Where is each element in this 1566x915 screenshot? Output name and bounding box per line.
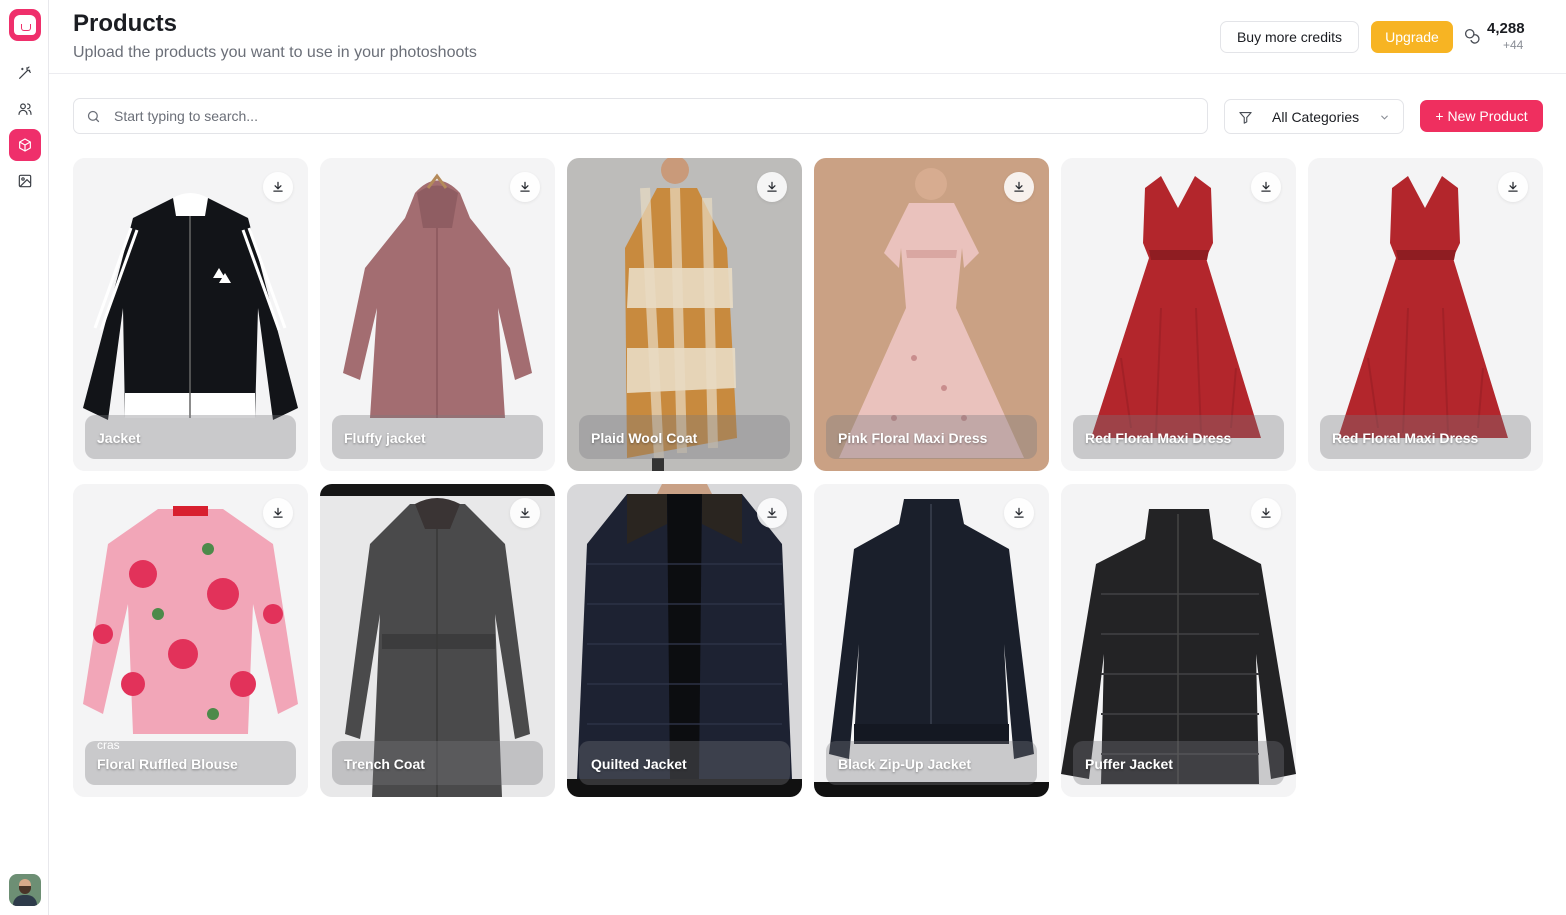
product-card[interactable]: cras Floral Ruffled Blouse	[73, 484, 308, 797]
download-button[interactable]	[757, 172, 787, 202]
product-name: Red Floral Maxi Dress	[1085, 430, 1232, 446]
product-card[interactable]: Black Zip-Up Jacket	[814, 484, 1049, 797]
category-selected-label: All Categories	[1272, 109, 1360, 125]
users-icon	[18, 103, 32, 115]
product-name: Plaid Wool Coat	[591, 430, 698, 446]
page-subtitle: Upload the products you want to use in y…	[73, 44, 477, 61]
download-icon	[520, 181, 530, 192]
download-icon	[273, 181, 283, 192]
search-box	[73, 98, 1208, 134]
product-name: Puffer Jacket	[1085, 756, 1173, 772]
download-button[interactable]	[510, 172, 540, 202]
product-card[interactable]: Jacket	[73, 158, 308, 471]
chevron-down-icon	[1381, 115, 1388, 120]
app-logo[interactable]	[9, 9, 41, 41]
user-avatar[interactable]	[9, 874, 41, 906]
download-button[interactable]	[1251, 172, 1281, 202]
sidebar-item-products[interactable]	[9, 129, 41, 161]
download-button[interactable]	[510, 498, 540, 528]
product-card[interactable]: Pink Floral Maxi Dress	[814, 158, 1049, 471]
download-icon	[767, 181, 777, 192]
product-name: Red Floral Maxi Dress	[1332, 430, 1479, 446]
download-button[interactable]	[1251, 498, 1281, 528]
magic-wand-icon	[19, 66, 31, 79]
filter-icon	[1239, 111, 1252, 124]
product-card[interactable]: Plaid Wool Coat	[567, 158, 802, 471]
product-card[interactable]: Trench Coat	[320, 484, 555, 797]
search-icon	[87, 110, 100, 123]
page-header: Products Upload the products you want to…	[49, 0, 1566, 74]
new-product-button[interactable]: + New Product	[1420, 100, 1543, 132]
download-button[interactable]	[1004, 172, 1034, 202]
product-name: Trench Coat	[344, 756, 425, 772]
product-name: Floral Ruffled Blouse	[97, 756, 238, 772]
page-title: Products	[73, 10, 178, 37]
download-button[interactable]	[757, 498, 787, 528]
sidebar-item-models[interactable]	[9, 93, 41, 125]
sidebar-item-generate[interactable]	[9, 57, 41, 89]
credits-count: 4,288	[1487, 20, 1525, 37]
category-select[interactable]: All Categories	[1224, 99, 1404, 134]
download-button[interactable]	[263, 498, 293, 528]
product-card[interactable]: Fluffy jacket	[320, 158, 555, 471]
download-button[interactable]	[263, 172, 293, 202]
search-input[interactable]	[114, 99, 1194, 133]
download-icon	[1014, 507, 1024, 518]
download-button[interactable]	[1498, 172, 1528, 202]
product-name: Black Zip-Up Jacket	[838, 756, 972, 772]
download-icon	[520, 507, 530, 518]
credits-delta: +44	[1503, 38, 1524, 52]
product-name: Pink Floral Maxi Dress	[838, 430, 988, 446]
product-name: Quilted Jacket	[591, 756, 687, 772]
product-name: Fluffy jacket	[344, 430, 426, 446]
download-icon	[767, 507, 777, 518]
upgrade-button[interactable]: Upgrade	[1371, 21, 1453, 53]
download-icon	[1261, 507, 1271, 518]
product-card[interactable]: Red Floral Maxi Dress	[1308, 158, 1543, 471]
box-icon	[19, 138, 31, 152]
product-card[interactable]: Puffer Jacket	[1061, 484, 1296, 797]
download-button[interactable]	[1004, 498, 1034, 528]
download-icon	[1261, 181, 1271, 192]
chef-hat-icon	[14, 15, 36, 35]
product-name: Jacket	[97, 430, 141, 446]
product-card[interactable]: Red Floral Maxi Dress	[1061, 158, 1296, 471]
product-card[interactable]: Quilted Jacket	[567, 484, 802, 797]
sidebar	[0, 0, 49, 915]
product-brand: cras	[97, 738, 120, 752]
buy-credits-button[interactable]: Buy more credits	[1220, 21, 1359, 53]
sidebar-item-gallery[interactable]	[9, 165, 41, 197]
image-icon	[18, 174, 32, 188]
coins-icon	[1464, 28, 1480, 44]
download-icon	[1508, 181, 1518, 192]
download-icon	[273, 507, 283, 518]
download-icon	[1014, 181, 1024, 192]
